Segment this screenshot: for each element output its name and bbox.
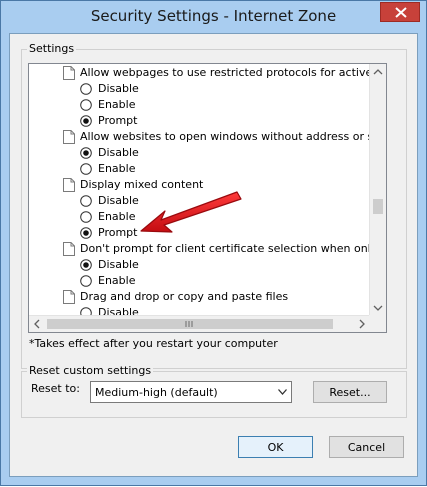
reset-group-label: Reset custom settings [27,364,154,377]
scroll-right-button[interactable] [353,316,370,332]
setting-option-label: Prompt [98,226,138,239]
radio-checked-icon[interactable] [80,115,92,127]
chevron-down-icon [278,389,287,395]
radio-unchecked-icon[interactable] [80,83,92,95]
document-icon [63,130,75,144]
ok-button[interactable]: OK [238,436,313,458]
settings-group-label: Settings [27,42,77,55]
title-bar[interactable]: Security Settings - Internet Zone [1,1,426,33]
radio-checked-icon[interactable] [80,147,92,159]
setting-option-label: Disable [98,82,139,95]
radio-checked-icon[interactable] [80,227,92,239]
setting-option-label: Disable [98,194,139,207]
setting-option-label: Disable [98,146,139,159]
reset-level-select[interactable]: Medium-high (default) [90,381,292,403]
close-button[interactable] [380,2,420,22]
radio-unchecked-icon[interactable] [80,99,92,111]
setting-heading-label: Allow webpages to use restricted protoco… [80,66,370,79]
ok-button-label: OK [267,441,284,454]
setting-option-label: Enable [98,98,136,111]
chevron-right-icon [359,319,365,329]
cancel-button-label: Cancel [347,441,386,454]
scroll-up-button[interactable] [370,64,386,81]
setting-option-label: Disable [98,258,139,271]
chevron-left-icon [34,319,40,329]
radio-unchecked-icon[interactable] [80,195,92,207]
settings-list[interactable]: Allow webpages to use restricted protoco… [28,63,387,333]
close-icon [395,7,407,18]
setting-option-label: Enable [98,210,136,223]
setting-heading-label: Don't prompt for client certificate sele… [80,242,370,255]
setting-heading-label: Drag and drop or copy and paste files [80,290,289,303]
reset-button[interactable]: Reset... [313,381,387,403]
horizontal-scrollbar[interactable] [29,315,370,332]
scrollbar-corner [369,315,386,332]
restart-note: *Takes effect after you restart your com… [29,337,278,350]
scroll-left-button[interactable] [29,316,46,332]
radio-unchecked-icon[interactable] [80,211,92,223]
reset-level-value: Medium-high (default) [95,386,218,399]
document-icon [63,242,75,256]
vertical-scroll-thumb[interactable] [373,199,383,214]
dialog-window: Security Settings - Internet Zone Settin… [0,0,427,486]
setting-heading-label: Display mixed content [80,178,204,191]
setting-option-label: Enable [98,274,136,287]
settings-list-content: Allow webpages to use restricted protoco… [29,64,370,316]
chevron-down-icon [373,305,383,311]
chevron-up-icon [373,69,383,75]
setting-option-label: Prompt [98,114,138,127]
vertical-scrollbar[interactable] [369,64,386,316]
document-icon [63,66,75,80]
cancel-button[interactable]: Cancel [329,436,404,458]
grip-icon [185,321,193,327]
window-title: Security Settings - Internet Zone [90,7,337,25]
scroll-down-button[interactable] [370,299,386,316]
document-icon [63,290,75,304]
horizontal-scroll-thumb[interactable] [47,319,333,329]
reset-button-label: Reset... [329,386,371,399]
document-icon [63,178,75,192]
setting-heading-label: Allow websites to open windows without a… [80,130,370,143]
radio-checked-icon[interactable] [80,259,92,271]
radio-unchecked-icon[interactable] [80,163,92,175]
reset-to-label: Reset to: [31,382,80,395]
setting-option-label: Enable [98,162,136,175]
radio-unchecked-icon[interactable] [80,275,92,287]
